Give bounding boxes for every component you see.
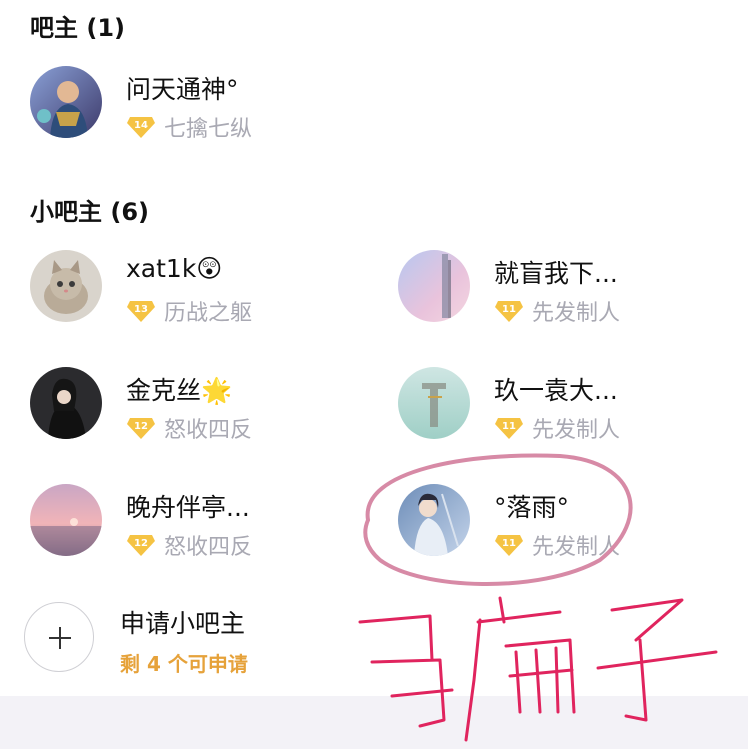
level-number: 14: [134, 120, 148, 131]
avatar-warrior-icon: [30, 66, 102, 138]
owner-section-title: 吧主 (1): [30, 14, 125, 42]
sub-owner-member[interactable]: 金克丝🌟 12 怒收四反: [30, 367, 370, 447]
level-info: 14 七擒七纵: [126, 114, 253, 142]
remaining-slots-text: 剩 4 个可申请: [120, 652, 248, 676]
member-name: 金克丝🌟: [126, 376, 233, 405]
sub-owner-member[interactable]: xat1k😲 13 历战之躯: [30, 250, 370, 330]
avatar[interactable]: [398, 367, 470, 439]
avatar-kitten-icon: [30, 250, 102, 322]
member-name: 玖一袁大...: [494, 376, 618, 405]
sub-owner-member[interactable]: 晚舟伴亭... 12 怒收四反: [30, 484, 370, 564]
member-name: 晚舟伴亭...: [126, 493, 250, 522]
avatar[interactable]: [30, 367, 102, 439]
avatar-sunset-icon: [30, 484, 102, 556]
level-badge-icon: 12: [127, 418, 155, 439]
level-number: 11: [502, 421, 516, 432]
avatar-pastel-sky-icon: [398, 250, 470, 322]
level-badge-icon: 13: [127, 301, 155, 322]
member-name: 就盲我下...: [494, 259, 618, 288]
plus-icon: [49, 627, 71, 649]
level-title: 先发制人: [532, 301, 621, 326]
member-name: xat1k😲: [126, 254, 223, 283]
avatar[interactable]: [30, 250, 102, 322]
avatar-girl-icon: [30, 367, 102, 439]
apply-sub-owner-label[interactable]: 申请小吧主: [120, 604, 245, 640]
level-info: 11 先发制人: [494, 415, 621, 443]
level-title: 怒收四反: [164, 418, 253, 443]
owner-member[interactable]: 问天通神° 14 七擒七纵: [30, 66, 370, 146]
level-number: 13: [134, 304, 148, 315]
sub-section-title: 小吧主 (6): [30, 198, 149, 226]
level-title: 先发制人: [532, 418, 621, 443]
level-badge-icon: 14: [127, 117, 155, 138]
avatar[interactable]: [398, 250, 470, 322]
sub-owner-member[interactable]: 玖一袁大... 11 先发制人: [398, 367, 738, 447]
avatar[interactable]: [398, 484, 470, 556]
level-badge-icon: 11: [495, 301, 523, 322]
level-badge-icon: 12: [127, 535, 155, 556]
apply-sub-owner-button[interactable]: [24, 602, 94, 672]
avatar-letter-icon: [398, 367, 470, 439]
avatar-swordsman-icon: [398, 484, 470, 556]
avatar[interactable]: [30, 484, 102, 556]
level-badge-icon: 11: [495, 418, 523, 439]
level-info: 12 怒收四反: [126, 415, 253, 443]
level-title: 先发制人: [532, 535, 621, 560]
level-info: 13 历战之躯: [126, 298, 253, 326]
level-title: 怒收四反: [164, 535, 253, 560]
sub-owner-member[interactable]: 就盲我下... 11 先发制人: [398, 250, 738, 330]
level-number: 11: [502, 538, 516, 549]
level-info: 11 先发制人: [494, 532, 621, 560]
level-title: 七擒七纵: [164, 117, 253, 142]
sub-owner-member[interactable]: °落雨° 11 先发制人: [398, 484, 738, 564]
level-info: 11 先发制人: [494, 298, 621, 326]
level-number: 12: [134, 538, 148, 549]
avatar[interactable]: [30, 66, 102, 138]
level-badge-icon: 11: [495, 535, 523, 556]
level-number: 11: [502, 304, 516, 315]
member-name: °落雨°: [494, 493, 570, 522]
level-number: 12: [134, 421, 148, 432]
member-name: 问天通神°: [126, 75, 239, 104]
bottom-bar: [0, 696, 748, 749]
level-info: 12 怒收四反: [126, 532, 253, 560]
level-title: 历战之躯: [164, 301, 253, 326]
